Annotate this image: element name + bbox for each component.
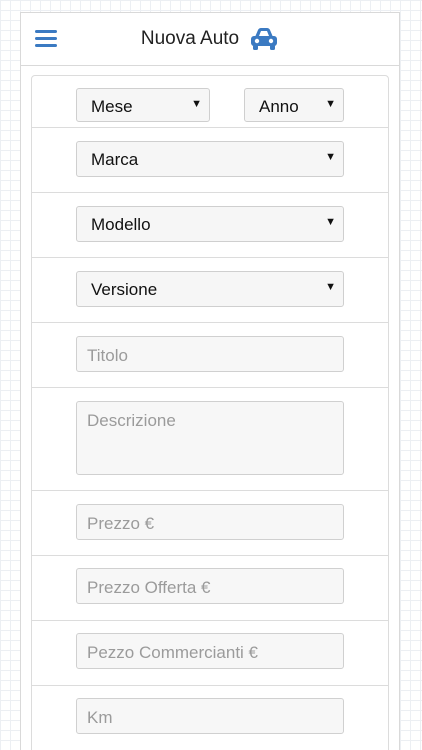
app-header: Nuova Auto: [21, 13, 399, 66]
date-row: Mese ▼ Anno ▼: [32, 76, 388, 128]
model-row: Modello ▼: [32, 193, 388, 258]
offer-price-input[interactable]: Prezzo Offerta €: [76, 568, 344, 604]
year-select[interactable]: Anno ▼: [244, 88, 344, 122]
version-row: Versione ▼: [32, 258, 388, 323]
chevron-down-icon: ▼: [325, 98, 336, 110]
title-row: Titolo: [32, 323, 388, 388]
version-select[interactable]: Versione ▼: [76, 271, 344, 307]
description-row: Descrizione: [32, 388, 388, 491]
title-input[interactable]: Titolo: [76, 336, 344, 372]
chevron-down-icon: ▼: [325, 216, 336, 228]
model-select-value: Modello: [91, 215, 151, 234]
price-row: Prezzo €: [32, 491, 388, 556]
year-select-value: Anno: [259, 97, 299, 116]
offer-price-row: Prezzo Offerta €: [32, 556, 388, 621]
month-select-value: Mese: [91, 97, 133, 116]
version-select-value: Versione: [91, 280, 158, 299]
dealer-price-row: Pezzo Commercianti €: [32, 621, 388, 686]
description-textarea[interactable]: Descrizione: [76, 401, 344, 475]
app-window: Nuova Auto Mese ▼ Anno ▼ Marca ▼ Modello…: [20, 12, 400, 750]
brand-select-value: Marca: [91, 150, 139, 169]
month-select[interactable]: Mese ▼: [76, 88, 210, 122]
km-input-placeholder: Km: [87, 708, 113, 727]
brand-select[interactable]: Marca ▼: [76, 141, 344, 177]
model-select[interactable]: Modello ▼: [76, 206, 344, 242]
page-title: Nuova Auto: [140, 28, 240, 49]
km-input[interactable]: Km: [76, 698, 344, 734]
price-input[interactable]: Prezzo €: [76, 504, 344, 540]
brand-row: Marca ▼: [32, 128, 388, 193]
offer-price-input-placeholder: Prezzo Offerta €: [87, 578, 211, 597]
dealer-price-input-placeholder: Pezzo Commercianti €: [87, 643, 259, 662]
header-title-group: Nuova Auto: [21, 23, 399, 55]
chevron-down-icon: ▼: [325, 151, 336, 163]
price-input-placeholder: Prezzo €: [87, 514, 155, 533]
dealer-price-input[interactable]: Pezzo Commercianti €: [76, 633, 344, 669]
title-input-placeholder: Titolo: [87, 346, 128, 365]
new-car-form: Mese ▼ Anno ▼ Marca ▼ Modello ▼ Versione: [31, 75, 389, 750]
chevron-down-icon: ▼: [191, 98, 202, 110]
description-textarea-placeholder: Descrizione: [87, 411, 176, 430]
km-row: Km: [32, 686, 388, 750]
car-icon: [251, 28, 278, 50]
chevron-down-icon: ▼: [325, 281, 336, 293]
